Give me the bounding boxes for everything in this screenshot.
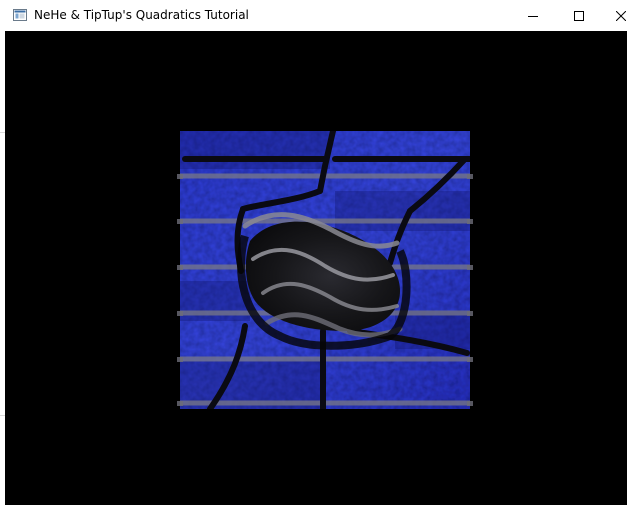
minimize-icon	[528, 15, 538, 17]
close-icon	[616, 10, 626, 21]
textured-quad	[180, 131, 470, 409]
maximize-button[interactable]	[556, 0, 602, 31]
rendered-scene[interactable]	[5, 31, 627, 505]
minimize-button[interactable]	[510, 0, 556, 31]
app-window: NeHe & TipTup's Quadratics Tutorial	[0, 0, 627, 505]
window-app-icon	[13, 9, 27, 21]
title-bar[interactable]: NeHe & TipTup's Quadratics Tutorial	[5, 0, 627, 31]
maximize-icon	[574, 10, 584, 21]
opengl-viewport[interactable]	[5, 31, 627, 505]
close-button[interactable]	[602, 0, 627, 31]
window-title: NeHe & TipTup's Quadratics Tutorial	[34, 8, 249, 22]
